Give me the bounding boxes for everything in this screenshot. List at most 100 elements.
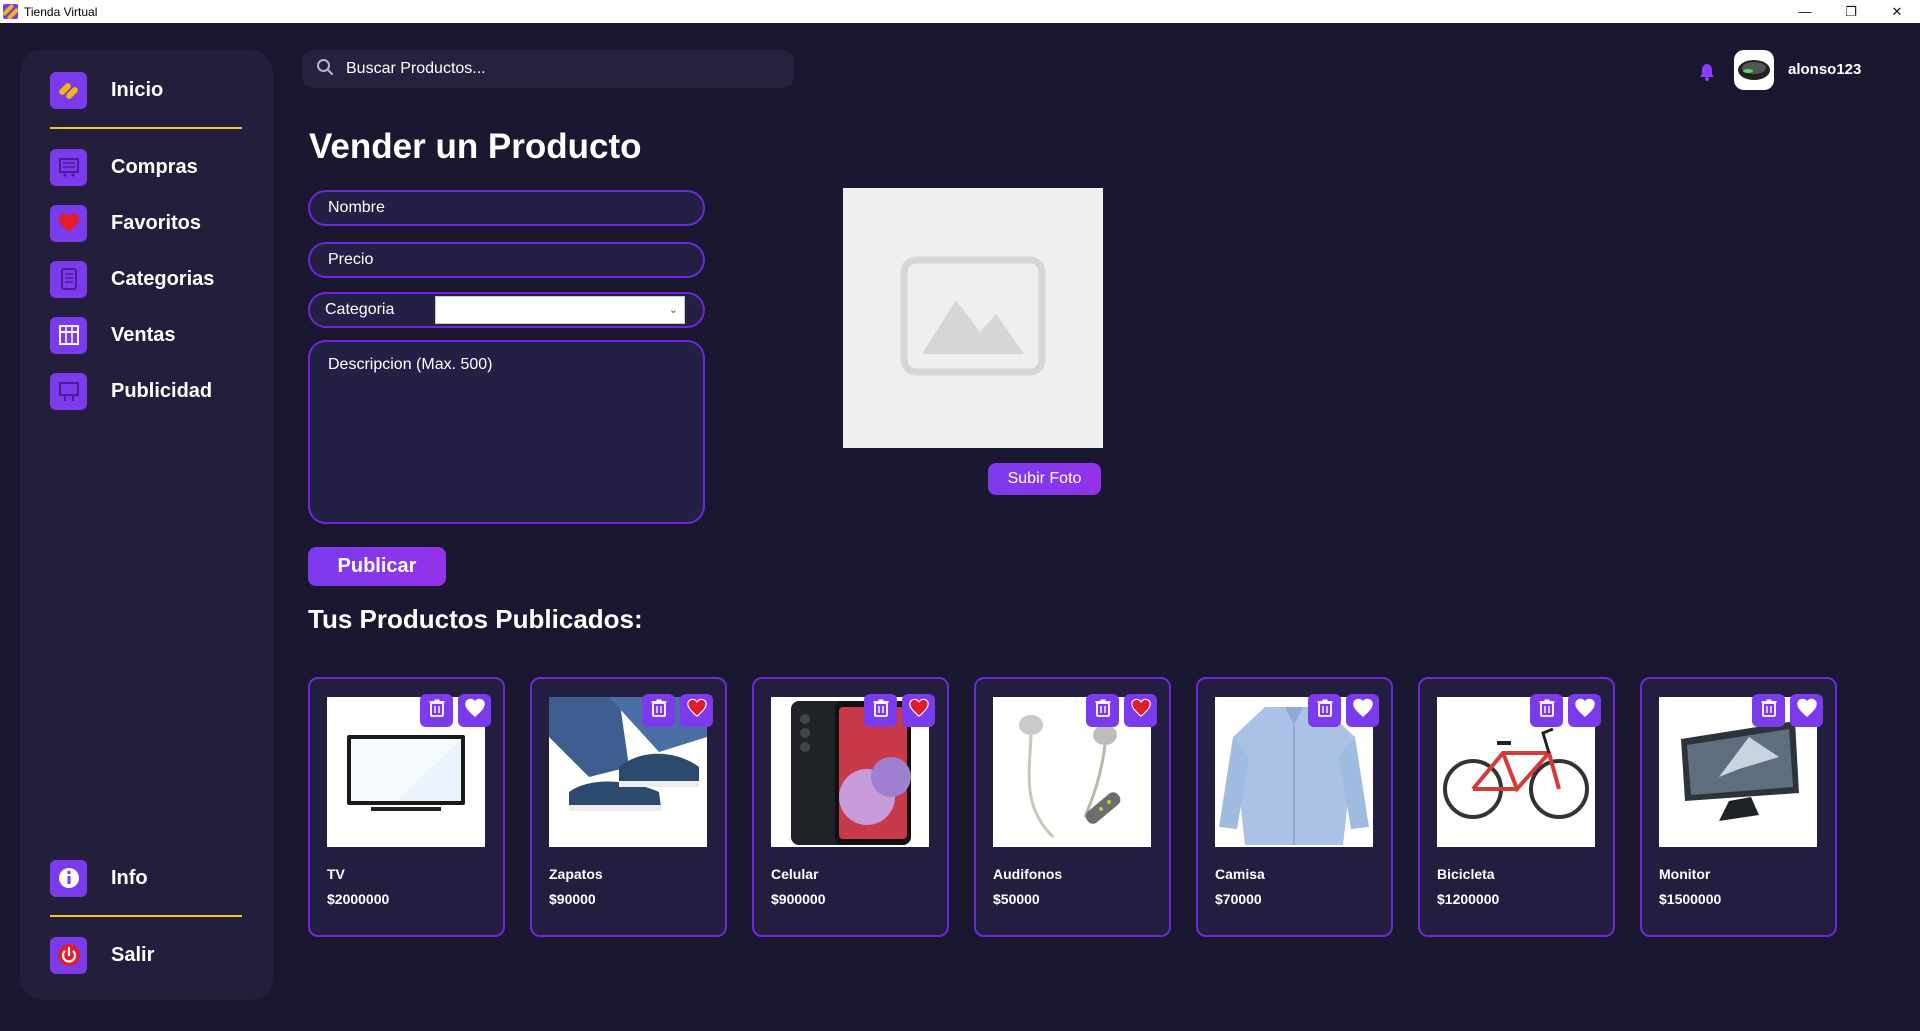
window-titlebar: Tienda Virtual — ❐ ✕ — [0, 0, 1920, 23]
heart-icon — [686, 697, 708, 724]
product-price: $2000000 — [327, 891, 390, 907]
sidebar-item-salir[interactable]: Salir — [50, 935, 154, 975]
delete-button[interactable] — [420, 694, 453, 727]
billboard-icon — [50, 372, 87, 410]
sidebar-item-publicidad[interactable]: Publicidad — [50, 371, 212, 411]
trash-icon — [427, 698, 447, 723]
price-field[interactable] — [308, 242, 705, 278]
heart-icon — [908, 697, 930, 724]
sidebar-item-label: Compras — [111, 155, 198, 178]
avatar[interactable] — [1734, 50, 1774, 90]
description-field[interactable] — [308, 340, 705, 524]
delete-button[interactable] — [864, 694, 897, 727]
sidebar-item-label: Salir — [111, 943, 155, 966]
favorite-button[interactable] — [902, 694, 935, 727]
delete-button[interactable] — [642, 694, 675, 727]
heart-icon — [1796, 697, 1818, 724]
sidebar-item-inicio[interactable]: Inicio — [50, 70, 163, 110]
sidebar-item-ventas[interactable]: Ventas — [50, 315, 175, 355]
product-price: $90000 — [549, 891, 596, 907]
name-field[interactable] — [308, 190, 705, 226]
product-name: TV — [327, 866, 345, 882]
sidebar: Inicio Compras Favoritos Categorias Vent… — [20, 50, 273, 1000]
product-card-bicicleta[interactable]: Bicicleta $1200000 — [1418, 677, 1615, 937]
notification-bell-icon[interactable] — [1697, 62, 1717, 87]
favorite-button[interactable] — [680, 694, 713, 727]
page-title: Vender un Producto — [309, 127, 642, 166]
product-price: $70000 — [1215, 891, 1262, 907]
trash-icon — [1537, 698, 1557, 723]
heart-icon — [1574, 697, 1596, 724]
cart-icon — [50, 148, 87, 186]
product-price: $1200000 — [1437, 891, 1500, 907]
product-card-camisa[interactable]: Camisa $70000 — [1196, 677, 1393, 937]
product-name: Celular — [771, 866, 819, 882]
section-title: Tus Productos Publicados: — [308, 604, 643, 634]
category-select[interactable]: ⌄ — [435, 296, 685, 324]
favorite-button[interactable] — [1124, 694, 1157, 727]
search-input[interactable] — [346, 60, 766, 78]
product-name: Zapatos — [549, 866, 603, 882]
product-name: Audifonos — [993, 866, 1063, 882]
delete-button[interactable] — [1530, 694, 1563, 727]
favorite-button[interactable] — [1346, 694, 1379, 727]
chevron-down-icon: ⌄ — [668, 304, 678, 316]
minimize-button[interactable]: — — [1782, 0, 1828, 23]
image-placeholder-icon — [900, 256, 1046, 381]
product-card-zapatos[interactable]: Zapatos $90000 — [530, 677, 727, 937]
product-card-audifonos[interactable]: Audifonos $50000 — [974, 677, 1171, 937]
search-bar[interactable] — [302, 50, 794, 88]
heart-icon — [464, 697, 486, 724]
search-icon — [316, 58, 334, 81]
heart-icon — [1352, 697, 1374, 724]
product-card-monitor[interactable]: Monitor $1500000 — [1640, 677, 1837, 937]
sidebar-item-label: Info — [111, 866, 148, 889]
sidebar-item-compras[interactable]: Compras — [50, 147, 198, 187]
info-icon — [50, 859, 87, 897]
sidebar-item-label: Categorias — [111, 267, 215, 290]
heart-icon — [1130, 697, 1152, 724]
divider — [50, 915, 242, 917]
power-icon — [50, 936, 87, 974]
home-logo-icon — [50, 71, 87, 109]
store-icon — [50, 316, 87, 354]
category-label: Categoria — [325, 301, 395, 318]
product-price: $50000 — [993, 891, 1040, 907]
close-button[interactable]: ✕ — [1874, 0, 1920, 23]
favorite-button[interactable] — [458, 694, 491, 727]
price-input[interactable] — [328, 251, 688, 269]
trash-icon — [1315, 698, 1335, 723]
maximize-button[interactable]: ❐ — [1828, 0, 1874, 23]
sidebar-item-categorias[interactable]: Categorias — [50, 259, 214, 299]
description-input[interactable] — [328, 356, 685, 508]
sidebar-item-label: Favoritos — [111, 211, 202, 234]
sidebar-item-label: Inicio — [111, 78, 164, 101]
window-controls: — ❐ ✕ — [1782, 0, 1920, 23]
trash-icon — [1759, 698, 1779, 723]
sidebar-item-favoritos[interactable]: Favoritos — [50, 203, 201, 243]
delete-button[interactable] — [1308, 694, 1341, 727]
favorite-button[interactable] — [1790, 694, 1823, 727]
delete-button[interactable] — [1752, 694, 1785, 727]
sidebar-item-info[interactable]: Info — [50, 858, 148, 898]
name-input[interactable] — [328, 199, 688, 217]
product-price: $1500000 — [1659, 891, 1722, 907]
username[interactable]: alonso123 — [1788, 61, 1861, 78]
publish-button[interactable]: Publicar — [308, 547, 446, 586]
product-name: Monitor — [1659, 866, 1711, 882]
product-card-celular[interactable]: Celular $900000 — [752, 677, 949, 937]
delete-button[interactable] — [1086, 694, 1119, 727]
list-icon — [50, 260, 87, 298]
heart-icon — [50, 204, 87, 242]
sidebar-item-label: Publicidad — [111, 379, 213, 402]
product-name: Camisa — [1215, 866, 1265, 882]
favorite-button[interactable] — [1568, 694, 1601, 727]
divider — [50, 127, 242, 129]
trash-icon — [1093, 698, 1113, 723]
product-price: $900000 — [771, 891, 826, 907]
product-card-tv[interactable]: TV $2000000 — [308, 677, 505, 937]
app-logo-icon — [3, 4, 18, 19]
trash-icon — [649, 698, 669, 723]
upload-photo-button[interactable]: Subir Foto — [988, 463, 1101, 495]
sidebar-item-label: Ventas — [111, 323, 176, 346]
